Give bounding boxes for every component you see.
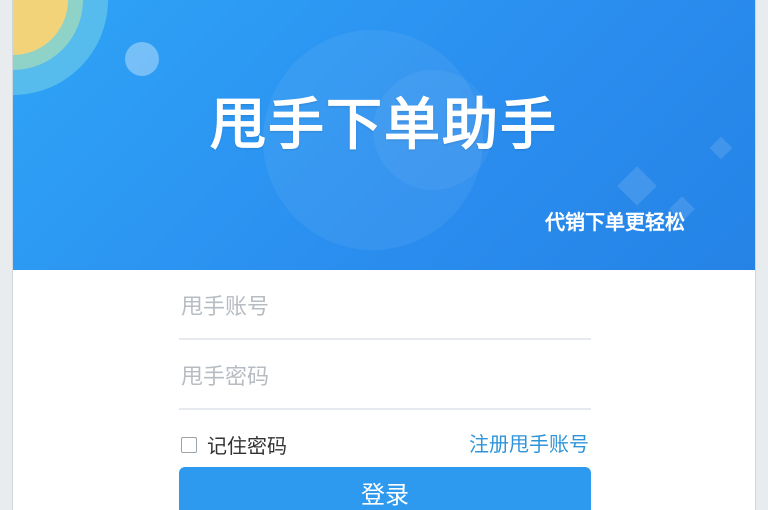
app-slogan: 代销下单更轻松 <box>545 210 685 234</box>
remember-password[interactable]: 记住密码 <box>181 430 287 459</box>
register-account-link[interactable]: 注册甩手账号 <box>469 428 589 457</box>
login-window: 甩手下单助手 代销下单更轻松 记住密码 注册甩手账号 登录 <box>12 0 756 510</box>
app-title: 甩手下单助手 <box>210 93 558 158</box>
login-options: 记住密码 注册甩手账号 <box>179 410 591 466</box>
account-field <box>179 270 591 340</box>
login-form: 记住密码 注册甩手账号 登录 <box>179 270 591 510</box>
decorative-dot <box>125 42 159 76</box>
header-banner: 甩手下单助手 代销下单更轻松 <box>13 0 755 270</box>
decorative-diamond <box>617 166 657 206</box>
account-input[interactable] <box>179 286 583 328</box>
login-button[interactable]: 登录 <box>179 467 591 510</box>
password-field <box>179 340 591 410</box>
remember-checkbox[interactable] <box>181 436 197 453</box>
remember-label: 记住密码 <box>207 434 287 458</box>
password-input[interactable] <box>179 356 583 398</box>
